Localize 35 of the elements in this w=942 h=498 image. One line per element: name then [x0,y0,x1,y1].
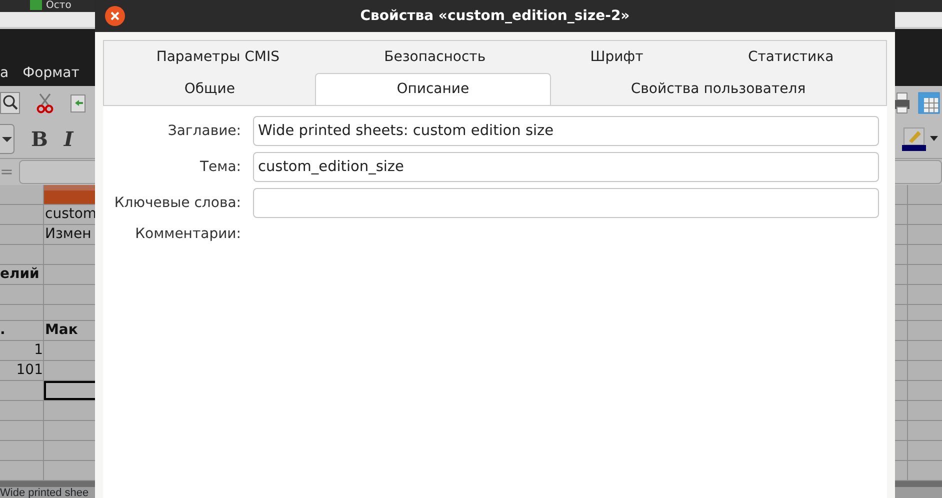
close-button[interactable] [104,5,126,27]
table-icon[interactable] [918,92,940,114]
input-field[interactable] [253,188,879,218]
field-label: Ключевые слова: [113,194,241,212]
italic-button[interactable]: I [64,127,74,152]
cell-text: . [0,320,44,340]
highlighter-icon[interactable] [902,127,926,152]
cell-text: 101 [0,360,44,380]
tab[interactable]: Статистика [696,41,886,73]
bold-button[interactable]: B [31,127,48,152]
window-title: Свойства «custom_edition_size-2» [360,6,630,26]
scissors-icon[interactable] [36,92,54,114]
field-label: Заглавие: [166,122,241,140]
input-field[interactable]: Wide printed sheets: custom edition size [253,116,879,146]
tab[interactable]: Параметры CMIS [104,41,332,73]
cell-text: 1 [0,340,44,360]
taskbar-tab[interactable]: Осто [46,0,72,12]
printer-icon[interactable] [894,92,910,114]
dropdown-icon[interactable] [0,124,15,154]
close-icon [104,5,126,27]
menu-item[interactable]: Формат [22,62,80,84]
search-icon[interactable] [0,92,20,114]
tab[interactable]: Безопасность [332,41,538,73]
tab[interactable]: Общие [104,73,316,105]
input-field[interactable]: custom_edition_size [253,152,879,182]
field-label: Комментарии: [134,225,241,244]
formula-sign: = [0,161,14,184]
cell-text: елий [0,264,44,284]
tab[interactable]: Свойства пользователя [550,73,886,105]
menu-item[interactable]: а [0,62,9,84]
tab[interactable]: Описание [315,73,551,105]
paste-icon[interactable] [70,93,86,114]
field-label: Тема: [198,158,241,176]
tab[interactable]: Шрифт [538,41,696,73]
caret-icon[interactable] [930,136,938,142]
